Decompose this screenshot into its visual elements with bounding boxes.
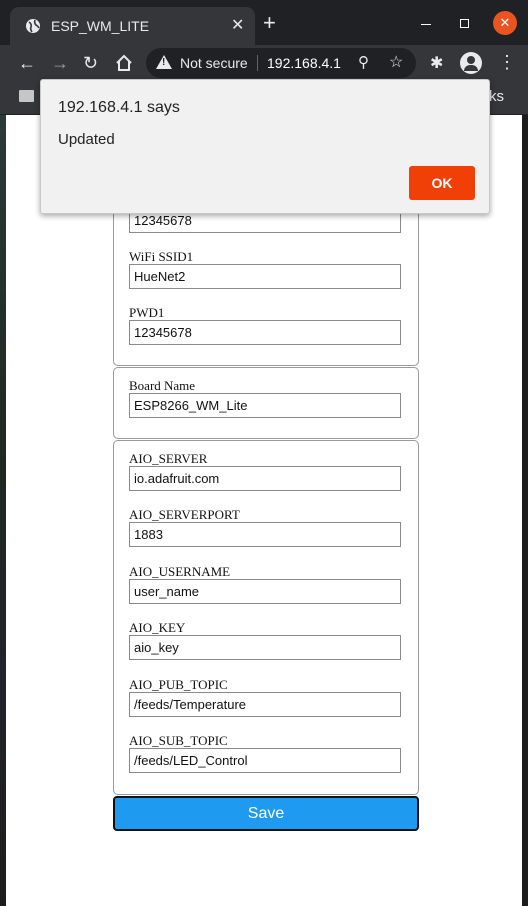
folder-icon[interactable]: [19, 90, 34, 102]
aio-sub-topic-field[interactable]: /feeds/LED_Control: [129, 748, 401, 773]
new-tab-button[interactable]: +: [263, 12, 276, 34]
dialog-title: 192.168.4.1 says: [58, 99, 180, 116]
field-label: AIO_PUB_TOPIC: [129, 677, 228, 692]
forward-arrow-icon[interactable]: →: [51, 53, 69, 73]
profile-avatar-icon[interactable]: [460, 52, 482, 74]
minimize-icon[interactable]: [421, 24, 431, 25]
field-label: AIO_SERVERPORT: [129, 507, 240, 522]
aio-key-field[interactable]: aio_key: [129, 635, 401, 660]
zoom-icon[interactable]: ⚲: [358, 53, 369, 71]
aio-section: AIO_SERVER io.adafruit.com AIO_SERVERPOR…: [113, 440, 419, 795]
field-label: AIO_SERVER: [129, 451, 208, 466]
window-close-icon[interactable]: ✕: [493, 11, 517, 35]
warning-icon[interactable]: [156, 55, 172, 69]
field-label: AIO_KEY: [129, 620, 186, 635]
aio-username-field[interactable]: user_name: [129, 579, 401, 604]
wifi-ssid1-field[interactable]: HueNet2: [129, 264, 401, 289]
back-arrow-icon[interactable]: ←: [18, 53, 36, 73]
field-label: PWD1: [129, 305, 165, 320]
dialog-message: Updated: [58, 131, 115, 148]
browser-toolbar: ← → ↻ Not secure 192.168.4.1 ⚲ ☆ ✱ ⋮: [0, 45, 528, 81]
maximize-icon[interactable]: [460, 19, 469, 28]
tab-title: ESP_WM_LITE: [51, 18, 150, 34]
ok-button[interactable]: OK: [409, 166, 475, 200]
address-bar[interactable]: Not secure 192.168.4.1 ⚲ ☆: [146, 48, 416, 78]
aio-serverport-field[interactable]: 1883: [129, 522, 401, 547]
window-edge-right: [522, 115, 528, 906]
board-section: Board Name ESP8266_WM_Lite: [113, 367, 419, 439]
field-label: AIO_USERNAME: [129, 564, 231, 579]
url-text[interactable]: 192.168.4.1: [267, 55, 341, 71]
bookmark-star-icon[interactable]: ☆: [389, 52, 403, 72]
field-label: AIO_SUB_TOPIC: [129, 733, 228, 748]
reload-icon[interactable]: ↻: [83, 53, 98, 73]
alert-dialog: 192.168.4.1 says Updated OK: [40, 79, 490, 214]
board-name-field[interactable]: ESP8266_WM_Lite: [129, 393, 401, 418]
extensions-puzzle-icon[interactable]: ✱: [430, 53, 443, 73]
tab-close-icon[interactable]: ✕: [231, 18, 244, 34]
save-button[interactable]: Save: [113, 796, 419, 831]
aio-pub-topic-field[interactable]: /feeds/Temperature: [129, 692, 401, 717]
home-icon[interactable]: [115, 54, 133, 72]
security-indicator[interactable]: Not secure: [180, 55, 248, 71]
kebab-menu-icon[interactable]: ⋮: [498, 53, 516, 71]
globe-icon: [26, 19, 40, 33]
tab-strip: ESP_WM_LITE ✕ + ✕: [0, 0, 528, 45]
address-separator: [257, 55, 258, 71]
field-label: WiFi SSID1: [129, 249, 194, 264]
pwd1-field[interactable]: 12345678: [129, 320, 401, 345]
browser-tab[interactable]: ESP_WM_LITE ✕: [10, 7, 255, 45]
field-label: Board Name: [129, 378, 196, 393]
aio-server-field[interactable]: io.adafruit.com: [129, 466, 401, 491]
